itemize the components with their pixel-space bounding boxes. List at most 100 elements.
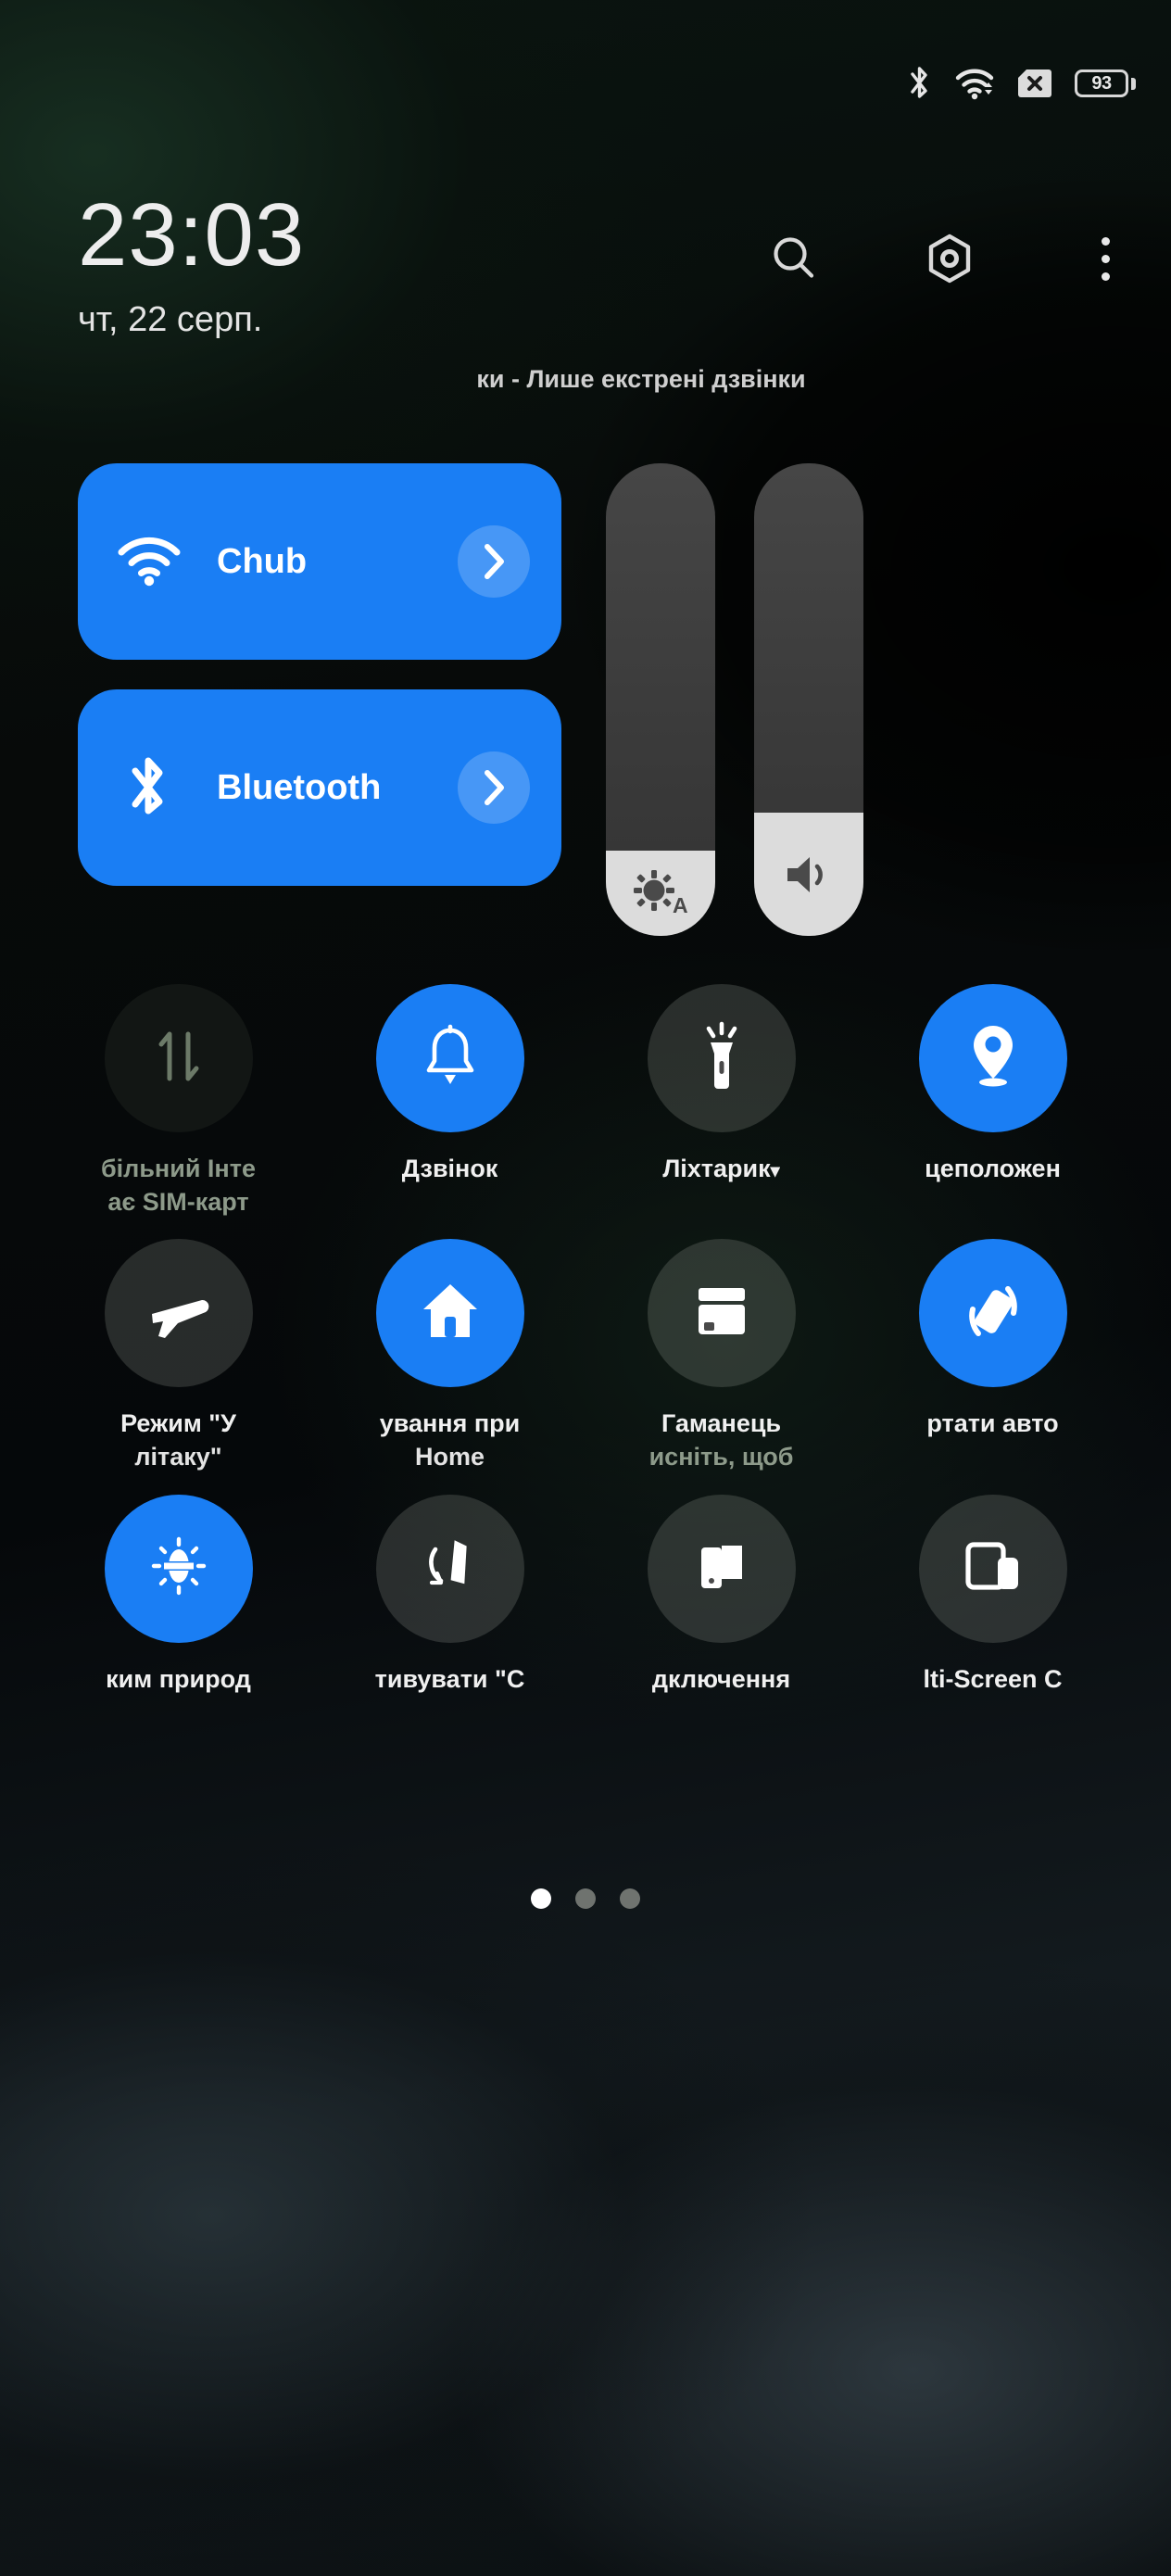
- qs-label: Дзвінок: [401, 1155, 498, 1182]
- settings-icon[interactable]: [921, 230, 978, 287]
- chevron-right-icon[interactable]: [458, 751, 530, 824]
- auto-rotate-icon: [958, 1276, 1028, 1351]
- qs-text: ування при Home: [380, 1387, 521, 1473]
- qs-circle[interactable]: [647, 984, 796, 1132]
- bluetooth-icon: [908, 65, 932, 102]
- qs-circle[interactable]: [918, 984, 1067, 1132]
- brightness-slider-fill: A: [606, 851, 715, 936]
- qs-circle[interactable]: [104, 984, 253, 1132]
- qs-tile-airplane-mode[interactable]: Режим "У літаку": [43, 1239, 314, 1473]
- status-bar: 93: [0, 0, 1171, 167]
- qs-label: ким природ: [106, 1664, 251, 1693]
- flashlight-icon: [694, 1020, 749, 1097]
- qs-circle[interactable]: [647, 1239, 796, 1388]
- mobile-data-icon: [149, 1021, 208, 1096]
- qs-tile-ringer[interactable]: Дзвінок: [314, 984, 586, 1219]
- qs-tile-multi-screen[interactable]: lti-Screen C: [857, 1494, 1128, 1697]
- qs-text: Гаманець исніть, щоб: [649, 1387, 794, 1473]
- qs-label: цеположен: [925, 1155, 1061, 1182]
- qs-text: lti-Screen C: [923, 1643, 1062, 1697]
- sun-nature-icon: [148, 1534, 209, 1603]
- qs-text: ртати авто: [926, 1387, 1058, 1441]
- qs-text: Ліхтарик▾: [662, 1132, 779, 1186]
- qs-circle[interactable]: [918, 1239, 1067, 1388]
- clock-date: чт, 22 серп.: [78, 300, 263, 339]
- brightness-slider[interactable]: A: [606, 463, 715, 936]
- wifi-icon: [117, 537, 182, 587]
- location-pin-icon: [966, 1021, 1020, 1096]
- qs-label: дключення: [651, 1664, 791, 1693]
- qs-circle[interactable]: [647, 1494, 796, 1643]
- sliders-group: A: [606, 463, 863, 936]
- gesture-icon: [421, 1533, 480, 1604]
- page-dot[interactable]: [531, 1888, 551, 1909]
- qs-tile-eye-comfort[interactable]: ким природ: [43, 1494, 314, 1697]
- battery-percent: 93: [1075, 69, 1128, 97]
- qs-tile-gesture[interactable]: тивувати "С: [314, 1494, 586, 1697]
- clock-time: 23:03: [78, 185, 306, 284]
- airplane-icon: [145, 1281, 213, 1346]
- qs-circle[interactable]: [104, 1239, 253, 1388]
- quick-settings-panel: 93 23:03 чт, 22 серп. ки - Лише екстрені…: [0, 0, 1171, 2576]
- search-icon[interactable]: [765, 230, 823, 287]
- qs-sublabel: Home: [414, 1442, 485, 1471]
- top-controls-row: Chub Bluetooth A: [78, 463, 863, 936]
- wallet-icon: [691, 1283, 752, 1344]
- qs-tile-auto-rotate[interactable]: ртати авто: [857, 1239, 1128, 1473]
- qs-sublabel: исніть, щоб: [648, 1442, 794, 1471]
- volume-slider[interactable]: [754, 463, 863, 936]
- brightness-auto-icon: A: [626, 865, 695, 922]
- connectivity-tiles: Chub Bluetooth: [78, 463, 561, 886]
- qs-label: Режим "У: [120, 1409, 236, 1438]
- qs-label: ртати авто: [926, 1409, 1059, 1438]
- bluetooth-icon: [117, 753, 182, 822]
- chevron-down-icon[interactable]: ▾: [771, 1161, 780, 1181]
- qs-label: більний Інте: [101, 1155, 256, 1182]
- qs-circle[interactable]: [104, 1494, 253, 1643]
- volume-slider-fill: [754, 813, 863, 936]
- wifi-network-name: Chub: [217, 541, 308, 581]
- wifi-tile[interactable]: Chub: [78, 463, 561, 660]
- qs-circle[interactable]: [375, 1494, 524, 1643]
- header: 23:03 чт, 22 серп.: [0, 191, 1171, 340]
- qs-text: Дзвінок: [402, 1132, 498, 1186]
- qs-circle[interactable]: [375, 984, 524, 1132]
- qs-text: дключення: [652, 1643, 790, 1697]
- page-dot[interactable]: [620, 1888, 640, 1909]
- bluetooth-label: Bluetooth: [217, 767, 382, 807]
- multi-screen-icon: [961, 1537, 1026, 1599]
- battery-indicator: 93: [1075, 69, 1136, 97]
- volume-icon: [782, 851, 836, 899]
- qs-tile-mobile-data[interactable]: більний Інте ає SIM-карт: [43, 984, 314, 1219]
- overflow-dots: [1101, 236, 1110, 281]
- qs-tile-location[interactable]: цеположен: [857, 984, 1128, 1219]
- header-actions: [765, 230, 1134, 287]
- quick-settings-grid: більний Інте ає SIM-карт Дзвінок Ліхтари…: [0, 984, 1171, 1696]
- qs-text: ким природ: [106, 1643, 251, 1697]
- qs-tile-smart-home[interactable]: ування при Home: [314, 1239, 586, 1473]
- chevron-right-icon[interactable]: [458, 525, 530, 598]
- qs-tile-cast[interactable]: дключення: [586, 1494, 857, 1697]
- page-dot[interactable]: [575, 1888, 596, 1909]
- home-icon: [420, 1280, 481, 1347]
- page-indicator[interactable]: [0, 1888, 1171, 1909]
- bluetooth-tile[interactable]: Bluetooth: [78, 689, 561, 886]
- qs-tile-wallet[interactable]: Гаманець исніть, щоб: [586, 1239, 857, 1473]
- qs-sublabel: ає SIM-карт: [107, 1187, 249, 1216]
- qs-label: тивувати "С: [374, 1664, 525, 1693]
- qs-label: ування при: [379, 1409, 521, 1438]
- qs-text: Режим "У літаку": [120, 1387, 236, 1473]
- qs-label: lti-Screen C: [923, 1664, 1063, 1693]
- qs-label-text: Ліхтарик: [662, 1155, 771, 1182]
- qs-sublabel: літаку": [134, 1442, 222, 1471]
- qs-text: цеположен: [925, 1132, 1061, 1186]
- qs-circle[interactable]: [918, 1494, 1067, 1643]
- bell-icon: [422, 1023, 479, 1094]
- svg-text:A: A: [673, 893, 688, 917]
- battery-cap: [1131, 77, 1136, 90]
- qs-label: Ліхтарик▾: [662, 1153, 779, 1186]
- qs-tile-flashlight[interactable]: Ліхтарик▾: [586, 984, 857, 1219]
- qs-circle[interactable]: [375, 1239, 524, 1388]
- overflow-menu-icon[interactable]: [1077, 230, 1134, 287]
- qs-label: Гаманець: [661, 1409, 782, 1438]
